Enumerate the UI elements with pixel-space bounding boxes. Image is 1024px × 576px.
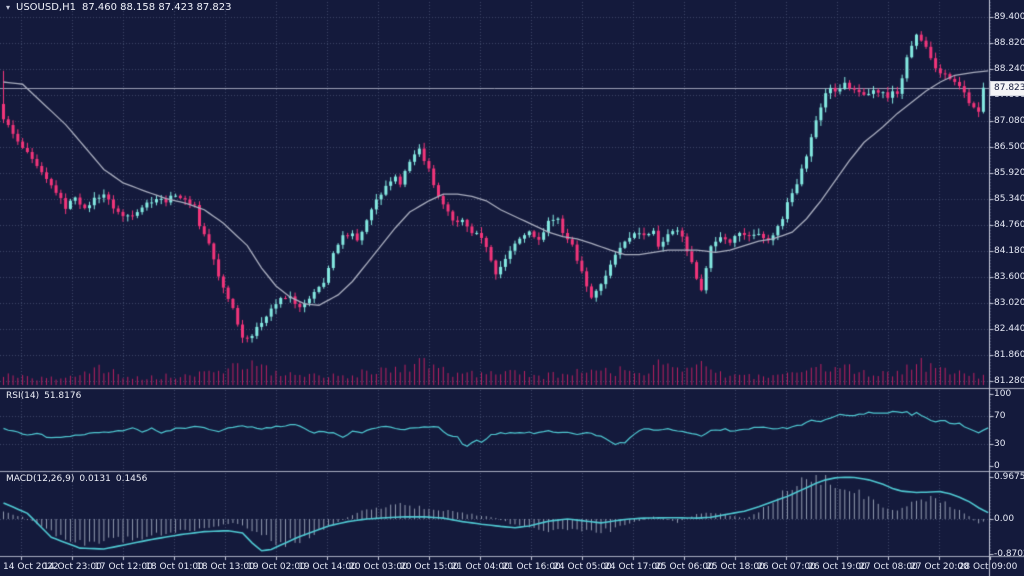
macd-value: 0.0131 <box>79 474 111 484</box>
chart-title: ▾ USOUSD,H1 87.460 88.158 87.423 87.823 <box>6 3 231 13</box>
time-axis-label: 20 Oct 15:00 <box>400 562 459 572</box>
time-axis-label: 18 Oct 01:00 <box>145 562 204 572</box>
time-axis-label: 25 Oct 06:00 <box>655 562 714 572</box>
price-axis-label: 81.280 <box>994 376 1024 386</box>
price-axis-label: 88.240 <box>994 64 1024 74</box>
price-axis-label: 89.400 <box>994 12 1024 22</box>
macd-axis-label: 0.00 <box>994 514 1014 524</box>
time-axis-label: 18 Oct 13:00 <box>196 562 255 572</box>
time-axis-label: 28 Oct 09:00 <box>959 562 1018 572</box>
current-price-value: 87.823 <box>994 83 1024 93</box>
time-axis-label: 19 Oct 14:00 <box>298 562 357 572</box>
time-axis-label: 26 Oct 07:00 <box>757 562 816 572</box>
price-axis-label: 81.860 <box>994 350 1024 360</box>
price-axis-label: 83.020 <box>994 298 1024 308</box>
time-axis-label: 17 Oct 12:00 <box>94 562 153 572</box>
time-axis-label: 25 Oct 18:00 <box>706 562 765 572</box>
rsi-axis-label: 100 <box>994 389 1011 399</box>
price-axis-label: 84.760 <box>994 220 1024 230</box>
rsi-axis-label: 30 <box>994 439 1005 449</box>
current-price-tag: 87.823 <box>990 81 1024 96</box>
time-axis-label: 19 Oct 02:00 <box>247 562 306 572</box>
symbol-dropdown-icon[interactable]: ▾ <box>6 3 10 13</box>
ohlc-readout: 87.460 88.158 87.423 87.823 <box>82 3 232 13</box>
price-axis-label: 84.180 <box>994 246 1024 256</box>
price-axis-label: 86.500 <box>994 142 1024 152</box>
price-axis-label: 85.340 <box>994 194 1024 204</box>
price-axis-label: 83.600 <box>994 272 1024 282</box>
macd-axis-label: 0.9675 <box>994 472 1024 482</box>
price-axis-label: 85.920 <box>994 168 1024 178</box>
time-axis-label: 21 Oct 04:00 <box>451 562 510 572</box>
time-axis-label: 14 Oct 23:00 <box>43 562 102 572</box>
macd-signal-value: 0.1456 <box>116 474 148 484</box>
price-axis-label: 82.440 <box>994 324 1024 334</box>
rsi-indicator-label: RSI(14) 51.8176 <box>6 391 81 401</box>
rsi-axis-label: 0 <box>994 461 1000 471</box>
rsi-axis-label: 70 <box>994 411 1005 421</box>
rsi-value: 51.8176 <box>44 391 81 401</box>
price-axis-label: 88.820 <box>994 38 1024 48</box>
time-axis-label: 21 Oct 16:00 <box>502 562 561 572</box>
macd-name: MACD(12,26,9) <box>6 474 74 484</box>
macd-indicator-label: MACD(12,26,9) 0.0131 0.1456 <box>6 474 147 484</box>
time-axis-label: 27 Oct 08:00 <box>859 562 918 572</box>
price-axis-label: 87.080 <box>994 116 1024 126</box>
time-axis-label: 24 Oct 17:00 <box>604 562 663 572</box>
rsi-name: RSI(14) <box>6 391 39 401</box>
time-axis-label: 20 Oct 03:00 <box>349 562 408 572</box>
time-axis-label: 24 Oct 05:00 <box>553 562 612 572</box>
trading-chart-window: ▾ USOUSD,H1 87.460 88.158 87.423 87.823 … <box>0 0 1024 576</box>
macd-axis-label: -0.8702 <box>994 549 1024 559</box>
time-axis-label: 26 Oct 19:00 <box>808 562 867 572</box>
chart-canvas[interactable] <box>0 0 1024 576</box>
symbol-timeframe: USOUSD,H1 <box>16 3 76 13</box>
